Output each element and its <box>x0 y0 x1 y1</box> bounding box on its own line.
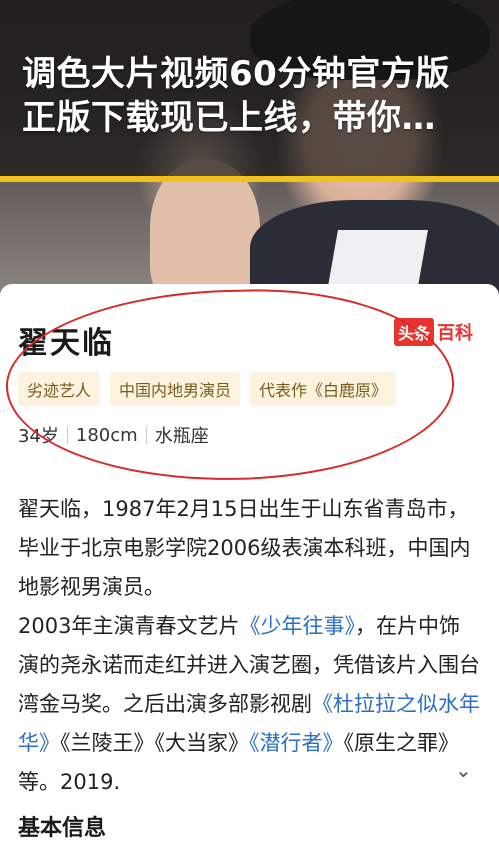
work-link[interactable]: 《少年往事》 <box>239 614 355 638</box>
video-headline[interactable]: 调色大片视频60分钟官方版正版下载现已上线，带你… <box>22 52 482 140</box>
section-title: 基本信息 <box>18 816 107 841</box>
bio-paragraph-1: 翟天临，1987年2月15日出生于山东省青岛市，毕业于北京电影学院2006级表演… <box>18 497 471 599</box>
text-fade <box>330 755 450 789</box>
chevron-down-icon[interactable]: ⌄ <box>455 758 472 782</box>
work-link[interactable]: 《潜行者》 <box>249 731 344 755</box>
bio-text-segment: 2003年主演青春文艺片 <box>18 614 240 638</box>
title-underline <box>0 176 499 182</box>
brand-logo-right: 百科 <box>437 323 474 344</box>
bio-text-segment: 《兰陵王》《大当家》 <box>60 731 249 755</box>
hero-photo: 调色大片视频60分钟官方版正版下载现已上线，带你… <box>0 0 499 300</box>
